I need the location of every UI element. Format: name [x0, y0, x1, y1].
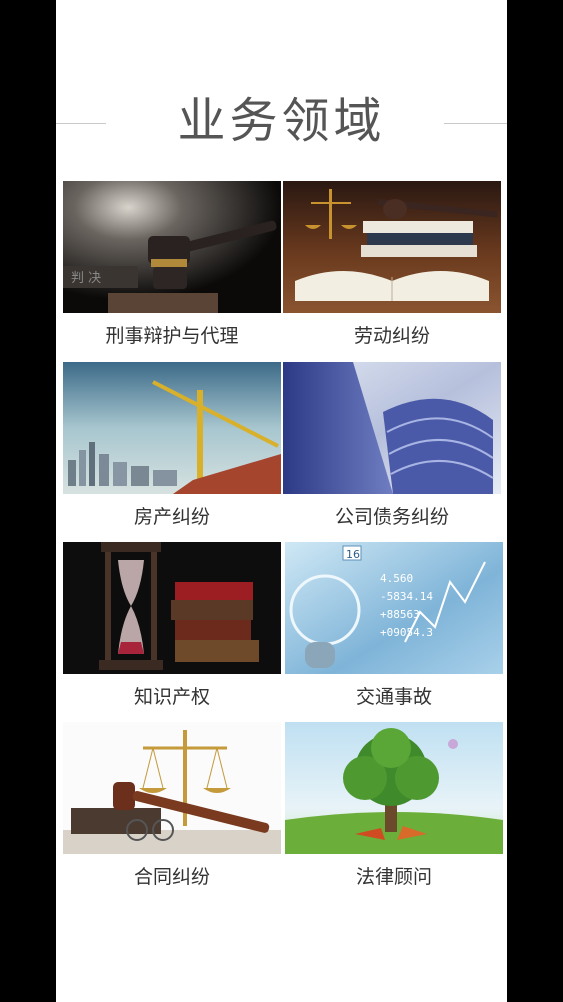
- service-label: 房产纠纷: [133, 506, 210, 528]
- svg-text:+88563: +88563: [380, 608, 420, 621]
- crane-city-image: [63, 362, 281, 494]
- service-card-labor-disputes[interactable]: 劳动纠纷: [283, 181, 501, 357]
- service-label: 交通事故: [355, 686, 432, 708]
- tree-landscape-image: [285, 722, 503, 854]
- service-label: 合同纠纷: [133, 866, 210, 888]
- service-card-corporate-debt[interactable]: 公司债务纠纷: [283, 362, 501, 538]
- finance-numbers-image: 16 4.560 -5834.14 +88563 +09054.3: [285, 542, 503, 674]
- service-card-criminal-defense[interactable]: 判 决 刑事辩护与代理: [63, 181, 281, 357]
- svg-text:-5834.14: -5834.14: [380, 590, 433, 603]
- svg-text:判 决: 判 决: [71, 271, 101, 286]
- service-card-contract-disputes[interactable]: 合同纠纷: [63, 722, 281, 898]
- skyscraper-image: [283, 362, 501, 494]
- svg-text:16: 16: [346, 548, 360, 561]
- scales-books-image: [283, 181, 501, 313]
- service-card-intellectual-property[interactable]: 知识产权: [63, 542, 281, 718]
- service-card-traffic-accidents[interactable]: 16 4.560 -5834.14 +88563 +09054.3 交通事故: [285, 542, 503, 718]
- section-header: 业务领域: [56, 86, 507, 156]
- service-label: 公司债务纠纷: [334, 506, 449, 528]
- service-label: 知识产权: [133, 686, 210, 708]
- hourglass-books-image: [63, 542, 281, 674]
- service-card-property-disputes[interactable]: 房产纠纷: [63, 362, 281, 538]
- gavel-spotlight-image: 判 决: [63, 181, 281, 313]
- svg-text:4.560: 4.560: [380, 572, 413, 585]
- service-label: 法律顾问: [355, 866, 432, 888]
- service-card-legal-counsel[interactable]: 法律顾问: [285, 722, 503, 898]
- service-label: 劳动纠纷: [353, 325, 430, 347]
- page-title: 业务领域: [177, 93, 386, 149]
- service-label: 刑事辩护与代理: [105, 325, 239, 347]
- scales-gavel-glasses-image: [63, 722, 281, 854]
- services-page: 业务领域 判 决 刑事辩护与代理 劳动纠纷 房产纠纷 公司债务纠纷 知识产权 1…: [56, 0, 507, 1002]
